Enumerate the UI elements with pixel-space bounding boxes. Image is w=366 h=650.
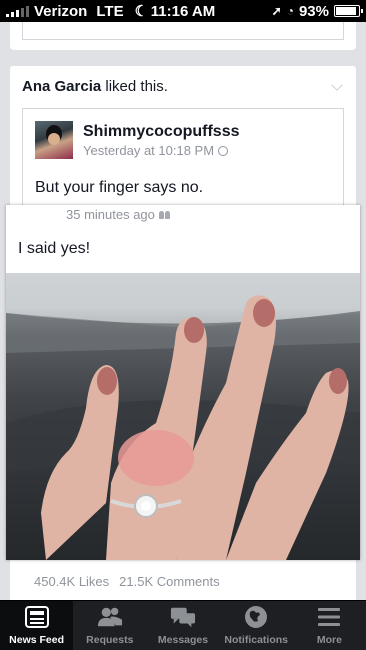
tab-news-feed[interactable]: News Feed <box>0 601 74 650</box>
friends-icon <box>158 210 171 219</box>
battery-percent: 93% <box>298 2 329 20</box>
messages-icon <box>170 605 196 629</box>
tab-notifications[interactable]: Notifications <box>220 601 293 650</box>
liked-text: liked this. <box>105 78 168 95</box>
alarm-icon: ◔ <box>286 4 294 18</box>
overlay-post: 35 minutes ago I said yes! <box>6 205 360 560</box>
tab-label: Notifications <box>224 634 288 646</box>
notifications-icon <box>243 605 269 629</box>
tab-label: More <box>316 634 342 646</box>
hand-with-ring-illustration <box>6 273 360 560</box>
shared-timestamp[interactable]: Yesterday at 10:18 PM <box>83 143 214 158</box>
globe-icon <box>218 145 229 156</box>
likes-count[interactable]: 450.4K Likes <box>34 574 109 589</box>
ring-photo[interactable] <box>6 273 360 560</box>
requests-icon <box>97 605 123 629</box>
battery-icon <box>334 5 363 17</box>
tab-more[interactable]: More <box>293 601 366 650</box>
tab-label: Messages <box>157 634 209 646</box>
comments-count[interactable]: 21.5K Comments <box>119 574 219 589</box>
network-label: LTE <box>96 2 124 20</box>
avatar[interactable] <box>35 121 73 159</box>
overlay-post-text: I said yes! <box>18 240 91 257</box>
tab-label: Requests <box>86 634 134 646</box>
signal-strength-icon <box>6 5 29 17</box>
chevron-down-icon[interactable] <box>331 79 343 91</box>
location-arrow-icon: ➚ <box>271 4 282 18</box>
previous-story-card <box>10 22 356 50</box>
carrier-label: Verizon <box>34 2 88 20</box>
tab-messages[interactable]: Messages <box>146 601 219 650</box>
story-header: Ana Garcia liked this. <box>22 78 168 95</box>
shared-timestamp-row: Yesterday at 10:18 PM <box>83 143 229 158</box>
shared-author[interactable]: Shimmycocopuffsss <box>83 123 239 141</box>
liker-name[interactable]: Ana Garcia <box>22 78 101 95</box>
tab-label: News Feed <box>9 634 65 646</box>
overlay-timestamp-row: 35 minutes ago <box>66 207 171 222</box>
shared-post-text: But your finger says no. <box>35 179 204 196</box>
moon-icon: ☾ <box>134 3 149 20</box>
status-bar: Verizon LTE ☾ 11:16 AM ➚ ◔ 93% <box>0 0 366 22</box>
tab-bar: News Feed Requests Messages Notification… <box>0 600 366 650</box>
more-icon <box>316 605 342 629</box>
overlay-timestamp[interactable]: 35 minutes ago <box>66 207 155 222</box>
story-stats: 450.4K Likes 21.5K Comments <box>34 574 220 589</box>
news-feed-icon <box>24 605 50 629</box>
tab-requests[interactable]: Requests <box>73 601 146 650</box>
